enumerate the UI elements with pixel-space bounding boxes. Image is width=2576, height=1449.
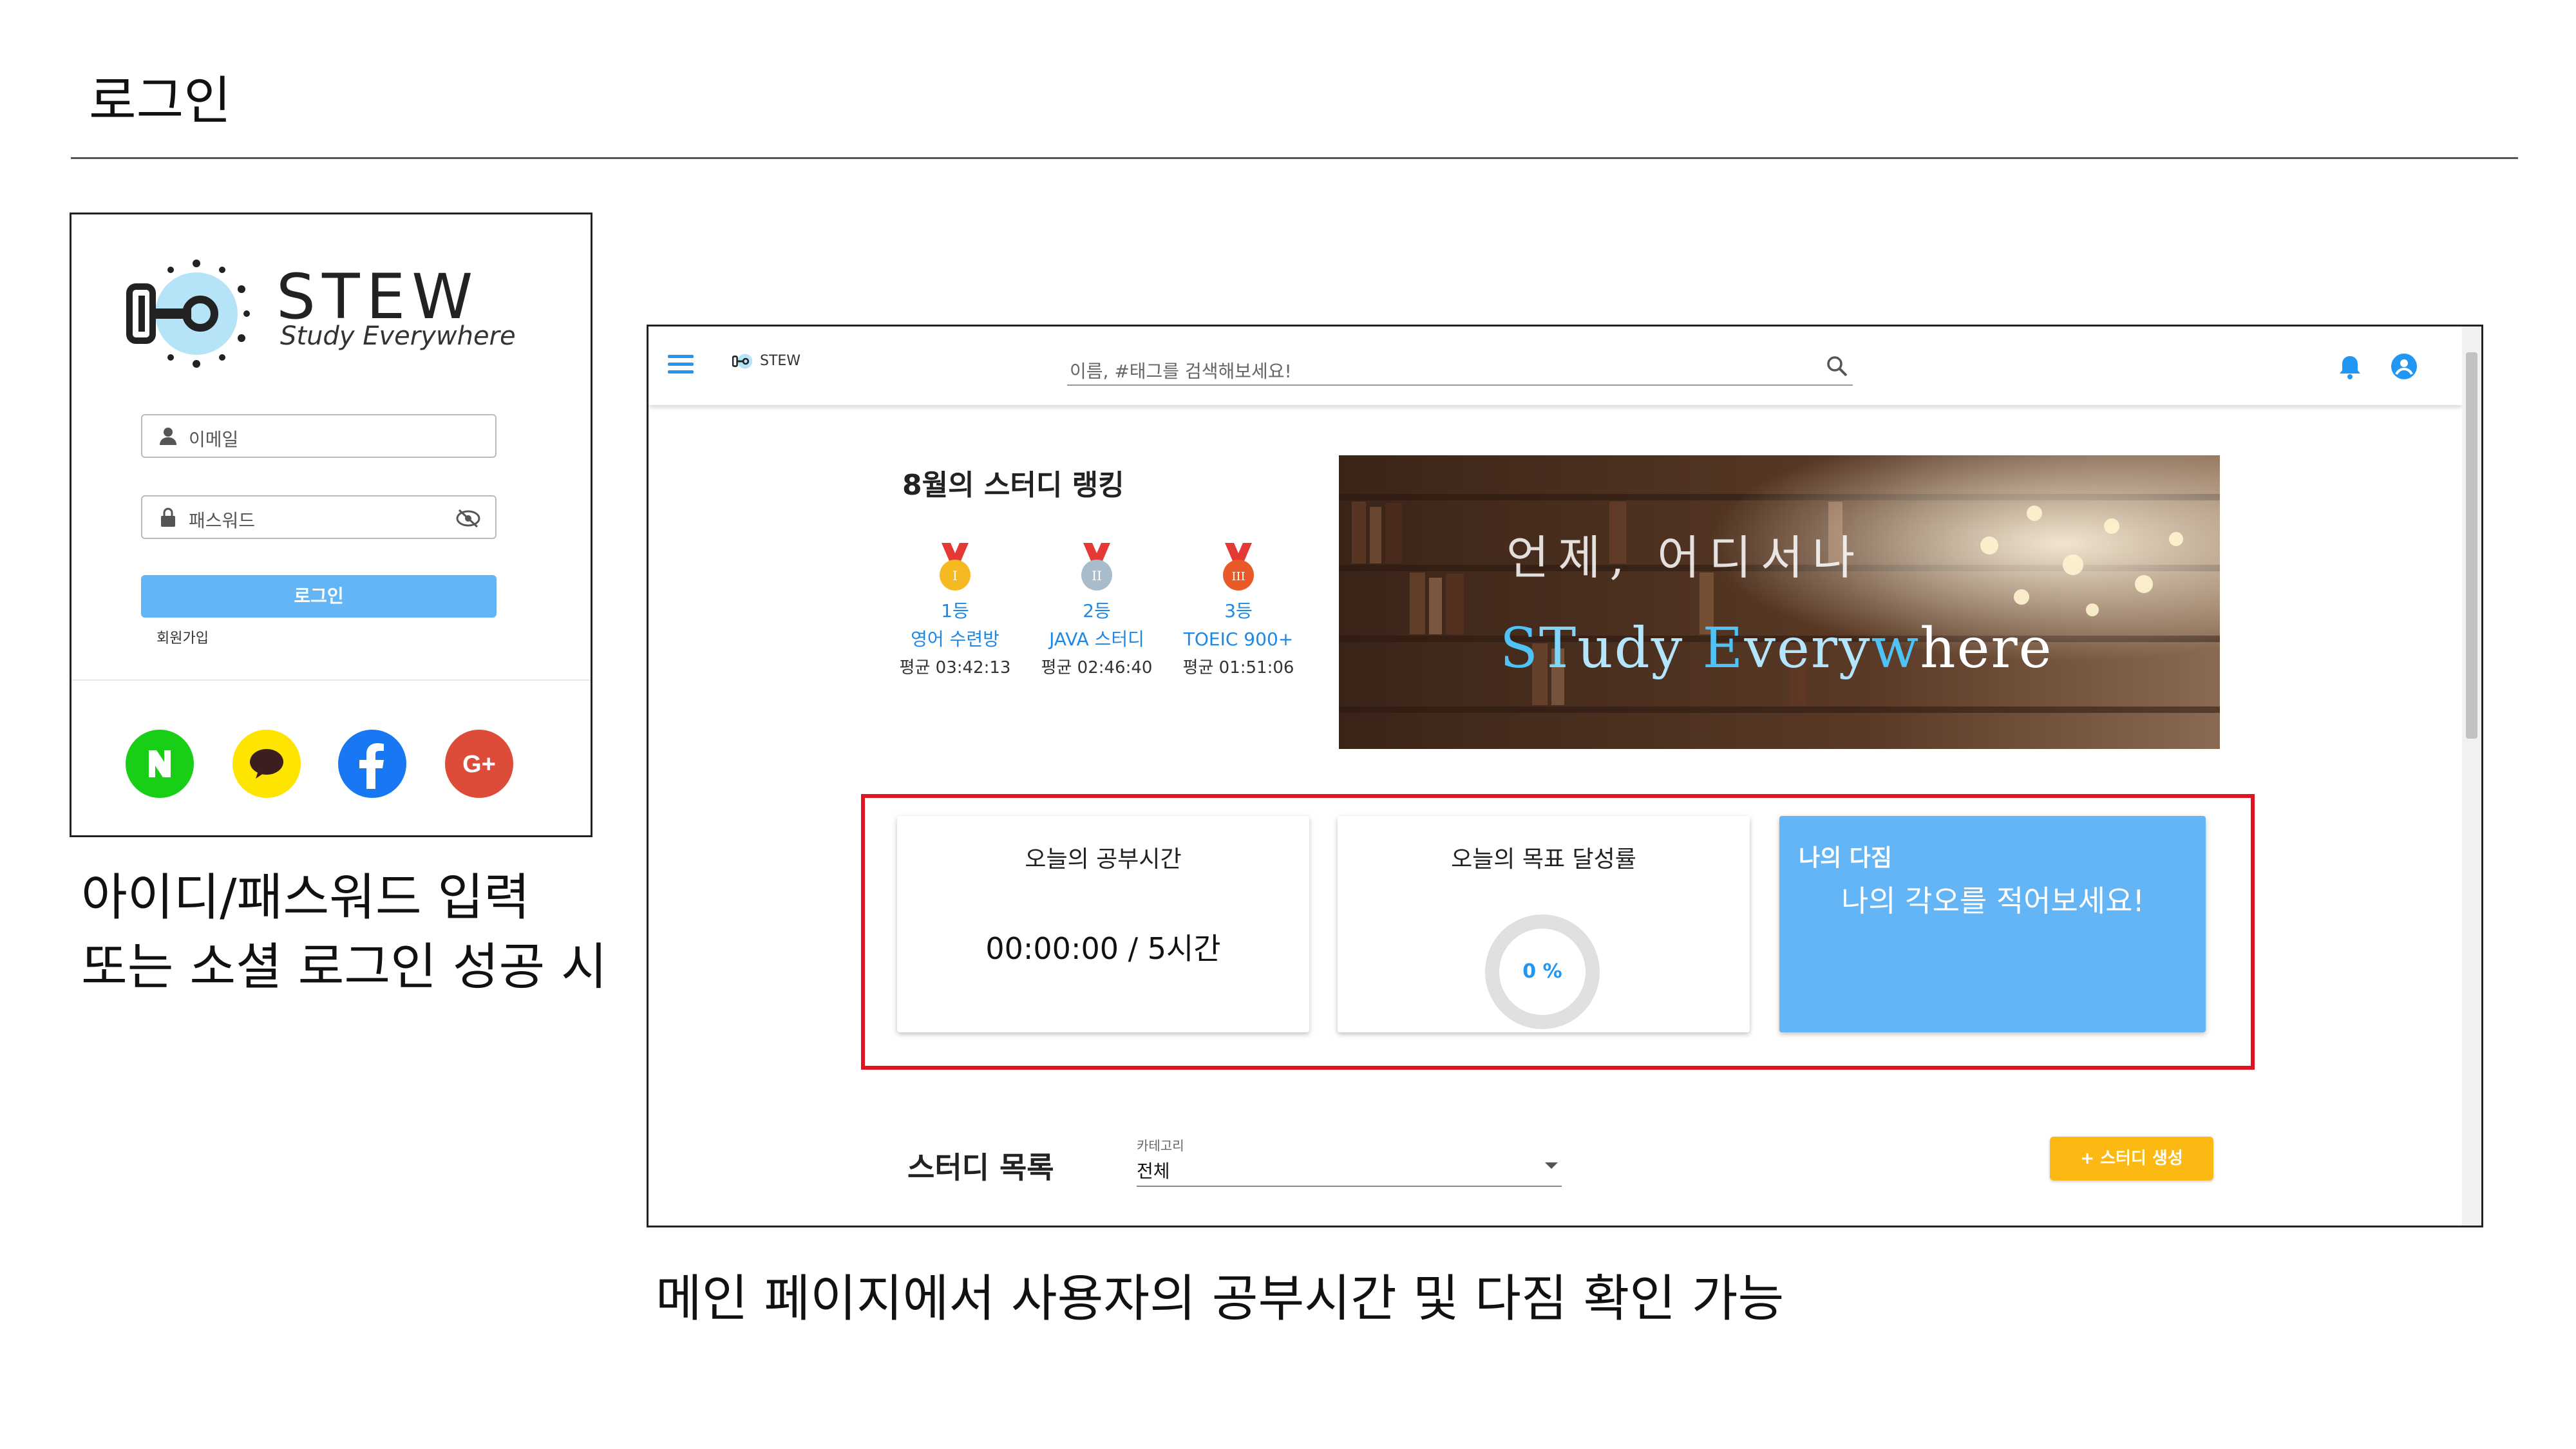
scrollbar-thumb[interactable]: [2466, 352, 2477, 739]
category-underline: [1137, 1186, 1562, 1187]
bronze-medal-icon: III: [1223, 543, 1254, 591]
facebook-icon: [359, 743, 384, 789]
study-name: 영어 수련방: [911, 629, 999, 650]
category-label: 카테고리: [1137, 1138, 1184, 1153]
library-bookshelf-image: [1339, 455, 2220, 749]
title-divider: [71, 157, 2518, 159]
gold-medal-icon: I: [940, 543, 971, 591]
search-underline: [1067, 384, 1853, 386]
key-logo-icon: [126, 260, 250, 368]
medal-numeral: III: [1231, 570, 1245, 583]
svg-text:G+: G+: [462, 751, 496, 778]
password-field[interactable]: 패스워드: [141, 495, 497, 539]
chevron-down-icon[interactable]: [1545, 1162, 1558, 1169]
rank-label: 1등: [941, 600, 969, 621]
naver-icon: [149, 750, 171, 777]
card-divider: [71, 679, 591, 681]
silver-medal-icon: II: [1081, 543, 1112, 591]
ranking-title: 8월의 스터디 랭킹: [902, 469, 1124, 502]
slide-title: 로그인: [89, 71, 231, 131]
library-banner: 언제, 어디서나 STudy Everywhere: [1339, 455, 2220, 749]
pledge-input[interactable]: 나의 각오를 적어보세요!: [1841, 878, 2145, 920]
banner-title: STudy Everywhere: [1500, 616, 2053, 681]
ranking-item-3[interactable]: III 3등 TOEIC 900+ 평균 01:51:06: [1174, 543, 1303, 682]
main-page-screenshot: STEW 이름, #태그를 검색해보세요! 8월의 스터디 랭킹 I 1등 영어…: [647, 325, 2483, 1227]
login-logo-subtitle: Study Everywhere: [280, 321, 516, 351]
medal-numeral: II: [1092, 568, 1102, 583]
login-caption-line1: 아이디/패스워드 입력: [81, 869, 530, 927]
login-button[interactable]: 로그인: [141, 575, 497, 618]
pledge-title: 나의 다짐: [1799, 845, 1893, 871]
login-caption-line2: 또는 소셜 로그인 성공 시: [81, 938, 607, 996]
lock-icon: [161, 507, 175, 527]
rank-label: 3등: [1224, 600, 1253, 621]
email-field[interactable]: 이메일: [141, 414, 497, 458]
goal-card: 오늘의 목표 달성률 0 %: [1338, 816, 1750, 1032]
facebook-login-button[interactable]: [338, 730, 406, 798]
google-plus-icon: G+: [462, 751, 496, 778]
login-caption: 아이디/패스워드 입력 또는 소셜 로그인 성공 시: [81, 863, 607, 1002]
visibility-off-icon[interactable]: [455, 508, 481, 529]
header-logo[interactable]: STEW: [732, 350, 800, 373]
kakao-icon: [250, 749, 283, 779]
ranking-item-1[interactable]: I 1등 영어 수련방 평균 03:42:13: [891, 543, 1019, 682]
study-list-title: 스터디 목록: [907, 1150, 1054, 1185]
study-name: TOEIC 900+: [1183, 629, 1294, 650]
study-time-title: 오늘의 공부시간: [1025, 846, 1182, 873]
signup-link[interactable]: 회원가입: [156, 627, 209, 647]
study-time-value: 00:00:00 / 5시간: [985, 931, 1221, 966]
password-placeholder: 패스워드: [189, 510, 256, 531]
ranking-item-2[interactable]: II 2등 JAVA 스터디 평균 02:46:40: [1032, 543, 1161, 682]
study-average: 평균 03:42:13: [899, 658, 1011, 677]
study-average: 평균 02:46:40: [1041, 658, 1153, 677]
search-icon[interactable]: [1824, 354, 1850, 379]
create-study-button[interactable]: + 스터디 생성: [2050, 1137, 2213, 1180]
pledge-card[interactable]: 나의 다짐 나의 각오를 적어보세요!: [1779, 816, 2206, 1032]
bell-icon[interactable]: [2336, 352, 2364, 381]
kakao-login-button[interactable]: [232, 730, 301, 798]
naver-login-button[interactable]: [126, 730, 194, 798]
banner-slogan: 언제, 어디서나: [1506, 531, 1864, 585]
header-logo-text: STEW: [760, 353, 801, 369]
rank-label: 2등: [1083, 600, 1111, 621]
goal-title: 오늘의 목표 달성률: [1451, 846, 1636, 873]
study-name: JAVA 스터디: [1049, 629, 1144, 650]
medal-numeral: I: [952, 568, 958, 583]
main-caption: 메인 페이지에서 사용자의 공부시간 및 다짐 확인 가능: [656, 1270, 1785, 1328]
goal-percent: 0 %: [1522, 960, 1562, 983]
account-icon[interactable]: [2390, 352, 2418, 381]
app-header: STEW 이름, #태그를 검색해보세요!: [649, 327, 2462, 405]
google-login-button[interactable]: G+: [445, 730, 513, 798]
study-average: 평균 01:51:06: [1182, 658, 1294, 677]
goal-progress-ring: 0 %: [1483, 913, 1602, 1031]
category-select[interactable]: 전체: [1137, 1157, 1170, 1183]
menu-icon[interactable]: [668, 355, 694, 374]
key-logo-icon: [732, 354, 753, 369]
search-input[interactable]: 이름, #태그를 검색해보세요!: [1070, 357, 1292, 383]
login-card: STEW Study Everywhere 이메일 패스워드 로그인 회원가입 …: [70, 213, 592, 837]
email-placeholder: 이메일: [189, 429, 239, 450]
study-time-card: 오늘의 공부시간 00:00:00 / 5시간: [897, 816, 1309, 1032]
person-icon: [160, 428, 176, 445]
